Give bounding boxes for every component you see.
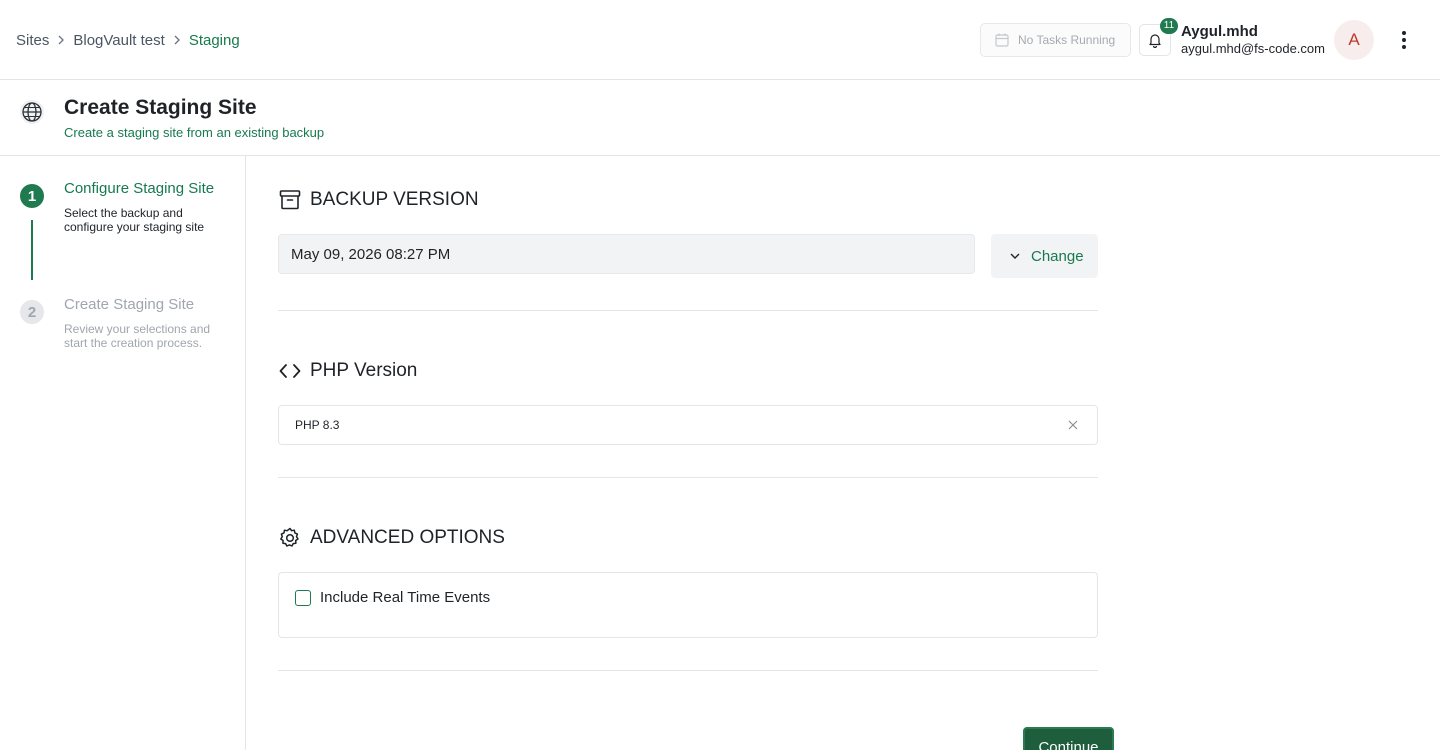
notification-count-badge: 11 xyxy=(1160,18,1178,34)
advanced-options-heading: ADVANCED OPTIONS xyxy=(278,526,505,550)
breadcrumb: Sites BlogVault test Staging xyxy=(16,31,240,49)
step-2-title: Create Staging Site xyxy=(64,296,195,313)
step-1-description: Select the backup and configure your sta… xyxy=(64,206,205,234)
breadcrumb-sites[interactable]: Sites xyxy=(16,32,49,49)
archive-icon xyxy=(278,188,302,212)
tasks-status-label: No Tasks Running xyxy=(1018,33,1116,47)
php-version-heading: PHP Version xyxy=(278,359,417,383)
continue-button[interactable]: Continue xyxy=(1023,727,1114,750)
avatar[interactable]: A xyxy=(1334,20,1374,60)
user-info[interactable]: Aygul.mhd aygul.mhd@fs-code.com xyxy=(1181,24,1325,57)
top-bar: Sites BlogVault test Staging No Tasks Ru… xyxy=(0,0,1440,80)
advanced-options-title: ADVANCED OPTIONS xyxy=(310,527,505,548)
stepper: 1 Configure Staging Site Select the back… xyxy=(0,156,246,750)
backup-version-title: BACKUP VERSION xyxy=(310,189,479,210)
calendar-icon xyxy=(994,32,1010,48)
more-options-icon[interactable] xyxy=(1394,27,1414,53)
bell-icon xyxy=(1147,32,1163,48)
change-button-label: Change xyxy=(1031,247,1084,265)
code-icon xyxy=(278,359,302,383)
chevron-right-icon xyxy=(165,31,189,49)
change-backup-button[interactable]: Change xyxy=(991,234,1098,278)
user-email: aygul.mhd@fs-code.com xyxy=(1181,41,1325,56)
php-version-title: PHP Version xyxy=(310,360,418,381)
step-2-number: 2 xyxy=(20,300,44,324)
advanced-options-box: Include Real Time Events xyxy=(278,572,1098,638)
clear-icon[interactable] xyxy=(1067,419,1079,431)
globe-icon xyxy=(20,100,44,124)
gear-icon xyxy=(278,526,302,550)
page-title: Create Staging Site xyxy=(64,96,257,119)
breadcrumb-staging[interactable]: Staging xyxy=(189,32,240,49)
page-header: Create Staging Site Create a staging sit… xyxy=(0,80,1440,156)
step-1-title[interactable]: Configure Staging Site xyxy=(64,180,214,197)
breadcrumb-site[interactable]: BlogVault test xyxy=(73,32,164,49)
real-time-events-label: Include Real Time Events xyxy=(320,589,491,606)
step-1-number: 1 xyxy=(20,184,44,208)
section-divider xyxy=(278,477,1098,478)
backup-version-value: May 09, 2026 08:27 PM xyxy=(291,245,451,263)
section-divider xyxy=(278,670,1098,671)
section-divider xyxy=(278,310,1098,311)
step-progress-line xyxy=(31,220,33,280)
real-time-events-checkbox[interactable] xyxy=(295,589,311,606)
chevron-right-icon xyxy=(49,31,73,49)
backup-version-heading: BACKUP VERSION xyxy=(278,188,479,212)
tasks-status-button[interactable]: No Tasks Running xyxy=(980,23,1131,57)
php-version-value: PHP 8.3 xyxy=(295,418,340,432)
page-subtitle: Create a staging site from an existing b… xyxy=(64,125,325,140)
real-time-events-option[interactable]: Include Real Time Events xyxy=(295,589,490,606)
step-2-description: Review your selections and start the cre… xyxy=(64,322,211,350)
chevron-down-icon xyxy=(1007,248,1023,264)
backup-version-field[interactable]: May 09, 2026 08:27 PM xyxy=(278,234,975,274)
php-version-select[interactable]: PHP 8.3 xyxy=(278,405,1098,445)
user-name: Aygul.mhd xyxy=(1181,23,1258,40)
